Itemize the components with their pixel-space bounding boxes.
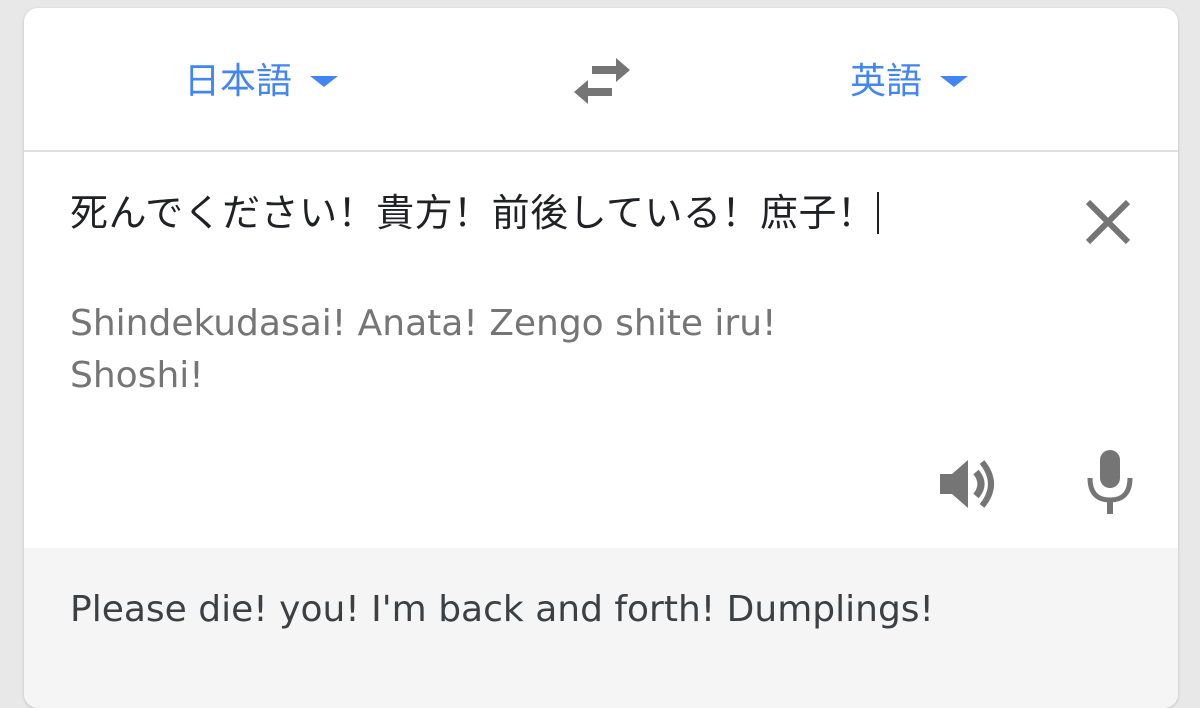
microphone-icon <box>1087 450 1133 514</box>
chevron-down-icon <box>940 75 969 87</box>
translation-result-area: Please die! you! I'm back and forth! Dum… <box>24 548 1178 708</box>
text-cursor <box>877 192 880 234</box>
voice-input-button[interactable] <box>1080 446 1140 518</box>
clear-input-button[interactable] <box>1080 194 1136 250</box>
chevron-down-icon <box>310 75 339 87</box>
close-icon <box>1085 199 1131 245</box>
source-language-label: 日本語 <box>184 61 293 102</box>
source-text: 死んでください！貴方！前後している！庶子！ <box>70 191 876 235</box>
source-text-input[interactable]: 死んでください！貴方！前後している！庶子！ <box>70 184 970 242</box>
translation-text: Please die! you! I'm back and forth! Dum… <box>70 589 934 630</box>
swap-languages-button[interactable] <box>570 54 634 108</box>
romanization-text: Shindekudasai! Anata! Zengo shite iru! S… <box>70 303 777 396</box>
swap-horiz-icon <box>574 58 630 104</box>
target-language-button[interactable]: 英語 <box>850 56 969 102</box>
translate-card: 日本語 英語 死んでください！貴方！前後している！庶子！ Shindekudas… <box>24 8 1178 708</box>
target-language-label: 英語 <box>850 61 923 102</box>
language-bar: 日本語 英語 <box>24 8 1178 152</box>
listen-button[interactable] <box>934 452 1004 516</box>
source-language-button[interactable]: 日本語 <box>184 56 339 102</box>
volume-icon <box>940 460 994 508</box>
source-input-area[interactable]: 死んでください！貴方！前後している！庶子！ Shindekudasai! Ana… <box>24 150 1178 550</box>
